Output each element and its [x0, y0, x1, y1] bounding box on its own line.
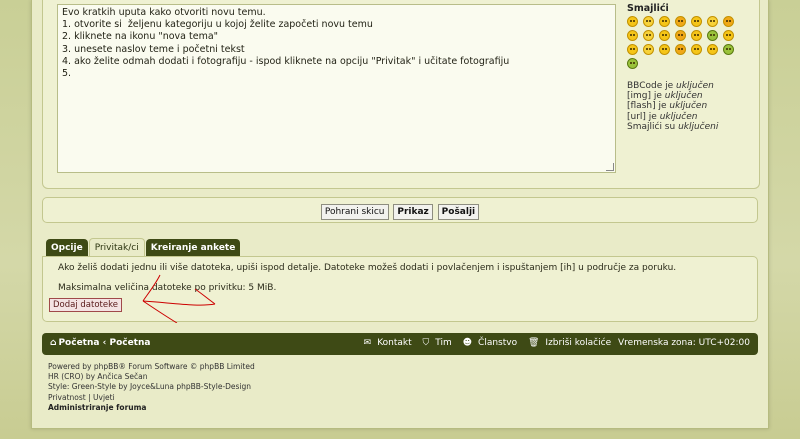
shield-icon: ⛉ [422, 338, 430, 348]
editor-line: 4. ako želite odmah dodati i fotografiju… [62, 55, 510, 67]
smiley-icon[interactable] [627, 16, 638, 27]
toolbar-remnant [243, 0, 297, 7]
posting-panel: Evo kratkih uputa kako otvoriti novu tem… [42, 0, 760, 189]
option-tabs: Opcije Privitak/ci Kreiranje ankete [46, 238, 241, 257]
attachment-max-size: Maksimalna veličina datoteke po privitku… [58, 283, 277, 293]
members-label: Članstvo [478, 338, 518, 348]
smilies-label: Smajlići su [627, 121, 679, 132]
team-label: Tim [435, 338, 452, 348]
users-icon: ☻ [462, 338, 473, 348]
editor-line: 3. unesete naslov teme i početni tekst [62, 43, 245, 55]
smiley-icon[interactable] [675, 16, 686, 27]
smiley-icon[interactable] [675, 30, 686, 41]
smiley-icon[interactable] [707, 44, 718, 55]
smiley-icon[interactable] [643, 30, 654, 41]
smiley-icon[interactable] [691, 16, 702, 27]
img-line: [img] je uključen [627, 91, 757, 101]
tab-options[interactable]: Opcije [46, 239, 88, 257]
resize-grip-icon[interactable] [606, 163, 614, 171]
breadcrumb: ⌂ Početna ‹ Početna [50, 338, 150, 348]
smiley-icon[interactable] [723, 44, 734, 55]
flash-label: [flash] je [627, 101, 670, 112]
members-link[interactable]: ☻ Članstvo [459, 338, 517, 348]
img-state: uključen [664, 91, 703, 102]
smiley-icon[interactable] [707, 30, 718, 41]
footer-info: Powered by phpBB® Forum Software © phpBB… [48, 362, 255, 413]
contact-link[interactable]: ✉ Kontakt [360, 338, 412, 348]
bbcode-state: uključen [676, 81, 714, 91]
bbcode-label: BBCode je [627, 81, 676, 91]
smiley-icon[interactable] [659, 44, 670, 55]
preview-button[interactable]: Prikaz [393, 204, 433, 220]
url-line: [url] je uključen [627, 112, 757, 122]
admin-panel-link[interactable]: Administriranje foruma [48, 403, 255, 413]
submit-buttons: Pohrani skicu Prikaz Pošalji [42, 197, 758, 223]
flash-state: uključen [669, 101, 708, 112]
message-textarea[interactable]: Evo kratkih uputa kako otvoriti novu tem… [57, 4, 616, 173]
smiley-icon[interactable] [627, 30, 638, 41]
save-draft-button[interactable]: Pohrani skicu [320, 204, 389, 220]
smiley-icon[interactable] [627, 58, 638, 69]
timezone-text: Vremenska zona: UTC+02:00 [618, 338, 750, 348]
team-link[interactable]: ⛉ Tim [419, 338, 452, 348]
smiley-icon[interactable] [675, 44, 686, 55]
flash-line: [flash] je uključen [627, 101, 757, 111]
smilies-line: Smajlići su uključeni [627, 122, 757, 132]
footer-links: ✉ Kontakt ⛉ Tim ☻ Članstvo 🗑 Izbriši kolačić… [356, 338, 750, 348]
home-icon: ⌂ [50, 338, 57, 348]
breadcrumb-separator-icon: ‹ [102, 338, 107, 348]
url-label: [url] je [627, 111, 660, 122]
editor-line: Evo kratkih uputa kako otvoriti novu tem… [62, 7, 266, 18]
bbcode-line: BBCode je uključen [627, 81, 757, 91]
tab-poll[interactable]: Kreiranje ankete [145, 239, 241, 257]
contact-label: Kontakt [377, 338, 412, 348]
footer-navbar: ⌂ Početna ‹ Početna ✉ Kontakt ⛉ Tim ☻ Članst… [42, 333, 758, 355]
smiley-icon[interactable] [707, 16, 718, 27]
privacy-terms-link[interactable]: Privatnost | Uvjeti [48, 393, 255, 403]
submit-button[interactable]: Pošalji [437, 204, 480, 220]
editor-line: 2. kliknete na ikonu "nova tema" [62, 31, 219, 43]
attachment-help-text: Ako želiš dodati jednu ili više datoteka… [58, 263, 677, 273]
style-credit: Style: Green-Style by Joyce&Luna phpBB-S… [48, 382, 252, 392]
smilies-state: uključeni [678, 121, 719, 132]
breadcrumb-home-2[interactable]: Početna [109, 338, 150, 348]
smilies-title: Smajlići [627, 3, 669, 14]
page-wrap: Evo kratkih uputa kako otvoriti novu tem… [31, 0, 769, 429]
smiley-icon[interactable] [691, 30, 702, 41]
delete-cookies-link[interactable]: 🗑 Izbriši kolačiće [524, 338, 611, 348]
trash-icon: 🗑 [527, 338, 540, 348]
smiley-icon[interactable] [659, 16, 670, 27]
tab-attachments[interactable]: Privitak/ci [88, 238, 145, 257]
smiley-icon[interactable] [659, 30, 670, 41]
smiley-icon[interactable] [691, 44, 702, 55]
smiley-icon[interactable] [627, 44, 638, 55]
envelope-icon: ✉ [363, 338, 372, 348]
add-files-button[interactable]: Dodaj datoteke [49, 298, 122, 312]
smiley-icon[interactable] [723, 30, 734, 41]
editor-line: 5. [62, 68, 72, 80]
delete-cookies-label: Izbriši kolačiće [545, 338, 612, 348]
smiley-grid [627, 16, 757, 69]
breadcrumb-home[interactable]: Početna [58, 338, 99, 348]
smiley-icon[interactable] [723, 16, 734, 27]
bbcode-status: BBCode je uključen [img] je uključen [fl… [627, 81, 757, 132]
img-label: [img] je [627, 91, 665, 102]
smiley-icon[interactable] [643, 44, 654, 55]
smiley-icon[interactable] [643, 16, 654, 27]
editor-line: 1. otvorite si željenu kategoriju u kojo… [62, 19, 373, 31]
translation-credit: HR (CRO) by Ančica Sečan [48, 372, 148, 382]
attachment-panel: Ako želiš dodati jednu ili više datoteka… [42, 256, 758, 323]
smilies-box: Smajlići BBCode je uključen [img] je ukl… [627, 3, 757, 132]
url-state: uključen [659, 111, 698, 122]
powered-by: Powered by phpBB® Forum Software © phpBB… [48, 362, 255, 371]
